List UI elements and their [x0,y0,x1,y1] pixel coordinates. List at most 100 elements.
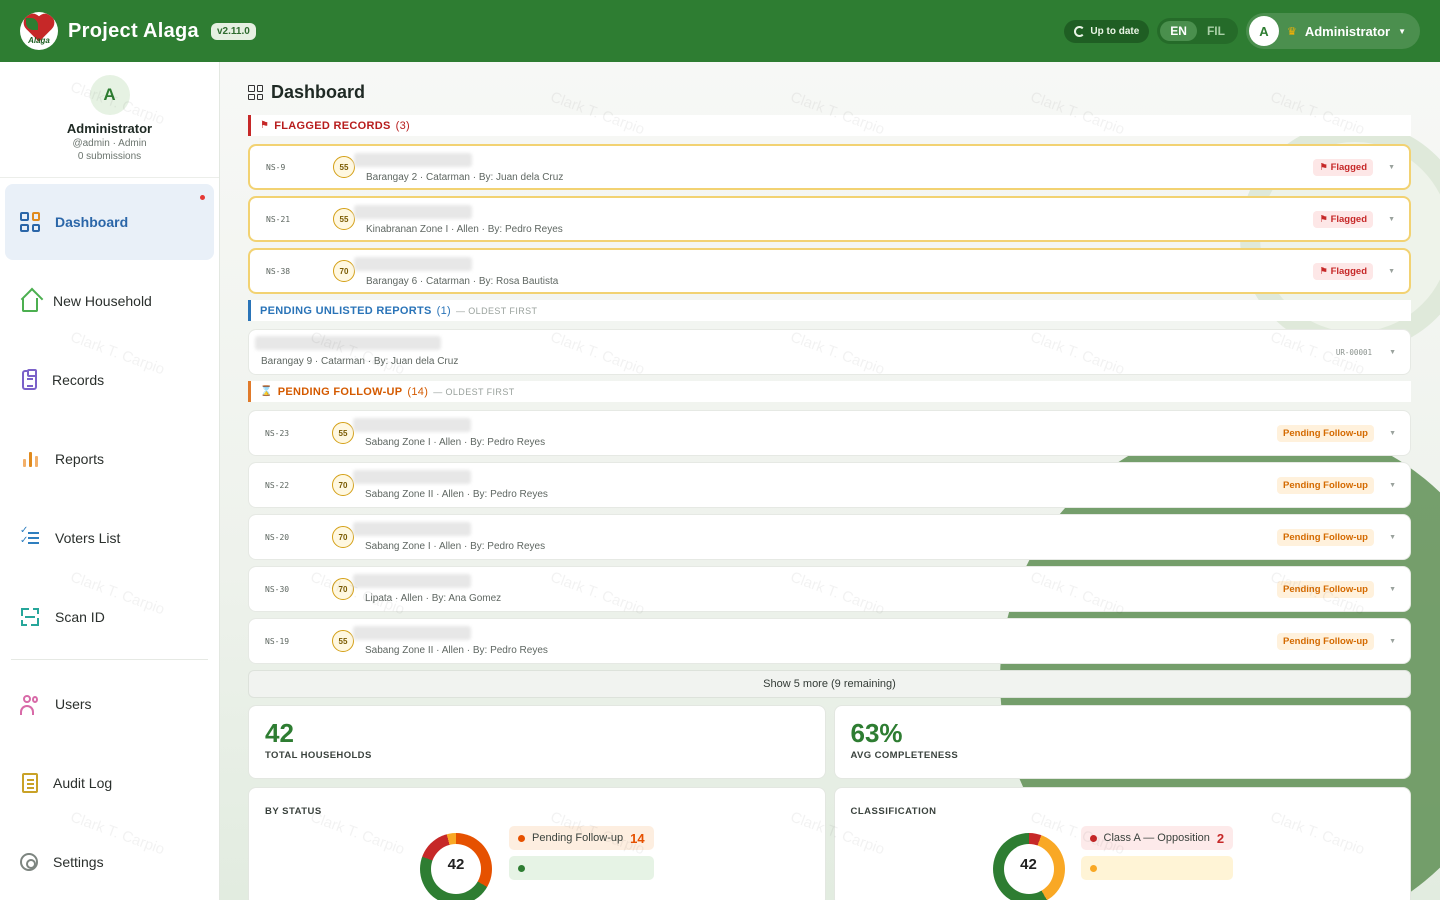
score-badge: 70 [332,526,354,548]
sync-status-button[interactable]: Up to date [1064,19,1150,43]
status-text: Flagged [1330,213,1367,225]
flagged-record-row[interactable]: NS-38 70 Barangay 6 · Catarman · By: Ros… [248,248,1411,294]
house-icon [22,298,38,312]
legend-item[interactable]: Class A — Opposition 2 [1080,826,1234,850]
status-badge: ⚑ Flagged [1313,158,1373,176]
sidebar-item-voters-list[interactable]: Voters List [5,500,214,576]
dashboard-icon [248,85,263,100]
status-badge: Pending Follow-up [1277,476,1374,494]
sidebar-item-records[interactable]: Records [5,342,214,418]
expand-chevron-icon[interactable]: ▼ [1389,430,1396,437]
record-meta: Sabang Zone II · Allen · By: Pedro Reyes [365,489,548,500]
bar-chart-icon [20,449,40,469]
sidebar-item-users[interactable]: Users [5,666,214,742]
sidebar: A Administrator @admin · Admin 0 submiss… [0,62,220,900]
language-toggle: EN FIL [1157,18,1238,44]
stat-label: AVG COMPLETENESS [850,750,959,761]
followup-record-row[interactable]: NS-22 70 Sabang Zone II · Allen · By: Pe… [248,462,1411,508]
sidebar-item-label: New Household [53,293,152,309]
lang-option-fil[interactable]: FIL [1197,21,1235,41]
section-label: FLAGGED RECORDS [274,119,391,132]
expand-chevron-icon[interactable]: ▼ [1389,586,1396,593]
sidebar-item-scan-id[interactable]: Scan ID [5,579,214,655]
redacted-name [353,418,471,432]
lang-option-en[interactable]: EN [1160,21,1197,41]
sidebar-item-new-household[interactable]: New Household [5,263,214,339]
redacted-name [353,470,471,484]
status-legend: Pending Follow-up 14 [509,826,654,880]
checklist-icon [20,526,40,548]
followup-record-row[interactable]: NS-23 55 Sabang Zone I · Allen · By: Ped… [248,410,1411,456]
expand-chevron-icon[interactable]: ▼ [1388,216,1395,223]
legend-label: Class A — Opposition [1103,832,1210,844]
sidebar-item-label: Reports [55,451,105,467]
section-label: PENDING FOLLOW-UP [277,385,403,398]
status-donut-chart[interactable]: 42 [420,833,492,900]
scan-icon [20,607,40,627]
dashboard-icon [20,212,40,232]
app-logo[interactable]: Alaga [20,12,58,50]
record-id: NS-23 [265,428,290,438]
sidebar-item-label: Scan ID [55,609,105,625]
sidebar-item-audit-log[interactable]: Audit Log [5,745,214,821]
total-households-card[interactable]: 42 TOTAL HOUSEHOLDS [248,705,826,779]
classification-legend: Class A — Opposition 2 [1080,826,1234,880]
legend-item[interactable]: Pending Follow-up 14 [509,826,654,850]
expand-chevron-icon[interactable]: ▼ [1389,482,1396,489]
followup-record-row[interactable]: NS-30 70 Lipata · Allen · By: Ana Gomez … [248,566,1411,612]
record-id: NS-22 [265,480,290,490]
sidebar-item-settings[interactable]: Settings [5,824,214,900]
sidebar-item-label: Records [52,372,105,388]
followup-record-row[interactable]: NS-20 70 Sabang Zone I · Allen · By: Ped… [248,514,1411,560]
profile-name: Administrator [66,121,153,136]
flagged-record-row[interactable]: NS-21 55 Kinabranan Zone I · Allen · By:… [248,196,1411,242]
profile-avatar: A [89,75,130,115]
notification-dot [200,195,205,200]
record-meta: Lipata · Allen · By: Ana Gomez [365,593,502,604]
panel-title: CLASSIFICATION [850,806,937,817]
record-id: NS-19 [265,636,290,646]
expand-chevron-icon[interactable]: ▼ [1389,349,1396,356]
stat-label: TOTAL HOUSEHOLDS [265,750,372,761]
refresh-icon [1074,25,1086,37]
legend-item[interactable] [509,856,654,880]
show-more-button[interactable]: Show 5 more (9 remaining) [248,670,1411,698]
page-title: Dashboard [248,82,1411,103]
sidebar-item-reports[interactable]: Reports [5,421,214,497]
section-count: (14) [407,385,429,398]
followup-record-row[interactable]: NS-19 55 Sabang Zone II · Allen · By: Pe… [248,618,1411,664]
expand-chevron-icon[interactable]: ▼ [1389,534,1396,541]
users-icon [20,694,40,715]
section-count: (1) [436,304,451,317]
score-badge: 70 [332,474,354,496]
record-id: NS-20 [265,532,290,542]
sidebar-nav: Dashboard New Household Records Reports … [0,178,219,900]
pending-followup-header: ⌛ PENDING FOLLOW-UP (14) — OLDEST FIRST [248,381,1411,402]
unlisted-reports-header: PENDING UNLISTED REPORTS (1) — OLDEST FI… [248,300,1411,321]
flagged-record-row[interactable]: NS-9 55 Barangay 2 · Catarman · By: Juan… [248,144,1411,190]
avg-completeness-card[interactable]: 63% AVG COMPLETENESS [833,705,1411,779]
profile-card: A Administrator @admin · Admin 0 submiss… [0,62,219,178]
redacted-name [255,336,441,350]
user-menu-button[interactable]: A ♛ Administrator ▼ [1245,13,1420,49]
redacted-name [354,257,472,271]
score-badge: 70 [333,260,355,282]
clipboard-icon [22,369,37,390]
unlisted-report-row[interactable]: Barangay 9 · Catarman · By: Juan dela Cr… [248,329,1411,375]
profile-submissions: 0 submissions [77,151,142,162]
sidebar-item-label: Audit Log [53,775,113,791]
expand-chevron-icon[interactable]: ▼ [1389,638,1396,645]
page-title-text: Dashboard [271,82,366,102]
version-badge: v2.11.0 [210,22,256,40]
dashboard-content: Dashboard ⚑ FLAGGED RECORDS (3) NS-9 55 … [248,82,1411,900]
expand-chevron-icon[interactable]: ▼ [1388,164,1395,171]
classification-donut-chart[interactable]: 42 [992,833,1065,900]
sidebar-item-dashboard[interactable]: Dashboard [5,184,214,260]
score-badge: 55 [333,208,355,230]
stat-value: 63% [850,718,903,748]
score-badge: 70 [332,578,354,600]
classification-panel: CLASSIFICATION 42 Class A — Opposition 2 [833,787,1411,900]
legend-item[interactable] [1080,856,1234,880]
expand-chevron-icon[interactable]: ▼ [1388,268,1395,275]
redacted-name [353,574,471,588]
